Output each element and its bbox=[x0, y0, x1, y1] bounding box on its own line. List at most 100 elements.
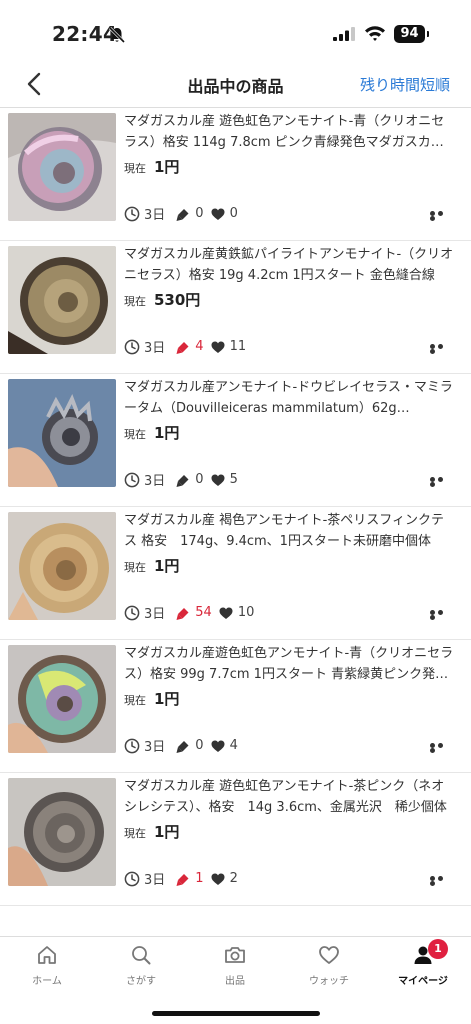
heart-icon bbox=[211, 873, 225, 885]
tab-label: ホーム bbox=[32, 976, 62, 987]
bid-count: 54 bbox=[195, 605, 212, 620]
price-label: 現在 bbox=[124, 561, 146, 574]
more-options-icon[interactable] bbox=[430, 610, 452, 620]
listing-item[interactable]: マダガスカル産 褐色アンモナイト-茶ペリスフィンクテス 格安 174g、9.4c… bbox=[0, 507, 471, 640]
notification-badge: 1 bbox=[428, 939, 448, 959]
listing-item[interactable]: マダガスカル産 遊色虹色アンモナイト-青（クリオニセラス）格安 114g 7.8… bbox=[0, 108, 471, 241]
tab-label: マイページ bbox=[398, 976, 448, 987]
item-title[interactable]: マダガスカル産 褐色アンモナイト-茶ペリスフィンクテス 格安 174g、9.4c… bbox=[124, 510, 454, 552]
sort-button[interactable]: 残り時間短順 bbox=[360, 74, 450, 95]
tab-search[interactable]: さがす bbox=[94, 943, 188, 993]
time-remaining: 3日 bbox=[144, 208, 166, 223]
time-remaining: 3日 bbox=[144, 474, 166, 489]
item-title[interactable]: マダガスカル産 遊色虹色アンモナイト-青（クリオニセラス）格安 114g 7.8… bbox=[124, 111, 454, 153]
gavel-icon bbox=[176, 607, 189, 620]
camera-icon bbox=[225, 947, 245, 963]
more-options-icon[interactable] bbox=[430, 211, 452, 221]
status-bar: 22:44 94 bbox=[0, 0, 471, 62]
heart-icon bbox=[211, 740, 225, 752]
time-remaining: 3日 bbox=[144, 607, 166, 622]
item-title[interactable]: マダガスカル産 遊色虹色アンモナイト-茶ピンク（ネオシレシテス）、格安 14g … bbox=[124, 776, 454, 818]
clock-icon bbox=[124, 339, 140, 354]
item-thumbnail[interactable] bbox=[8, 512, 116, 620]
cellular-signal-icon bbox=[333, 27, 355, 41]
wifi-icon bbox=[365, 26, 385, 41]
watch-count: 10 bbox=[237, 605, 255, 620]
tab-label: 出品 bbox=[225, 976, 245, 987]
price-label: 現在 bbox=[124, 694, 146, 707]
tab-watch[interactable]: ウォッチ bbox=[282, 943, 376, 993]
time-remaining: 3日 bbox=[144, 740, 166, 755]
home-indicator bbox=[152, 1011, 320, 1016]
clock-icon bbox=[124, 206, 140, 221]
time-remaining: 3日 bbox=[144, 873, 166, 888]
more-options-icon[interactable] bbox=[430, 743, 452, 753]
price-row: 現在 1円 bbox=[124, 422, 179, 443]
bid-count: 0 bbox=[195, 738, 204, 753]
price-label: 現在 bbox=[124, 428, 146, 441]
listing-item[interactable]: マダガスカル産黄鉄鉱パイライトアンモナイト-（クリオニセラス）格安 19g 4.… bbox=[0, 241, 471, 374]
item-thumbnail[interactable] bbox=[8, 246, 116, 354]
search-icon bbox=[132, 946, 151, 965]
item-title[interactable]: マダガスカル産アンモナイト-ドウビレイセラス・マミラータム（Douvilleic… bbox=[124, 377, 454, 419]
gavel-icon bbox=[176, 873, 189, 886]
price-row: 現在 1円 bbox=[124, 821, 179, 842]
price-row: 現在 1円 bbox=[124, 156, 179, 177]
item-thumbnail[interactable] bbox=[8, 379, 116, 487]
tab-mypage[interactable]: 1 マイページ bbox=[376, 939, 470, 993]
tab-label: さがす bbox=[126, 976, 156, 987]
battery-indicator: 94 bbox=[394, 25, 425, 43]
tab-home[interactable]: ホーム bbox=[0, 943, 94, 993]
gavel-icon bbox=[176, 740, 189, 753]
more-options-icon[interactable] bbox=[430, 344, 452, 354]
item-thumbnail[interactable] bbox=[8, 645, 116, 753]
bid-count: 0 bbox=[195, 472, 204, 487]
price-label: 現在 bbox=[124, 827, 146, 840]
heart-icon bbox=[219, 607, 233, 619]
price-row: 現在 1円 bbox=[124, 688, 179, 709]
listing-list: マダガスカル産 遊色虹色アンモナイト-青ピンク現在1円3日2810マダガスカル産… bbox=[0, 108, 471, 906]
current-price: 530円 bbox=[154, 291, 201, 309]
listing-item[interactable]: マダガスカル産遊色虹色アンモナイト-青（クリオニセラス）格安 99g 7.7cm… bbox=[0, 640, 471, 773]
heart-icon bbox=[319, 946, 339, 964]
current-price: 1円 bbox=[154, 690, 180, 708]
bid-count: 0 bbox=[195, 206, 204, 221]
item-meta: 3日 0 5 bbox=[124, 470, 238, 489]
time-remaining: 3日 bbox=[144, 341, 166, 356]
watch-count: 5 bbox=[229, 472, 238, 487]
watch-count: 4 bbox=[229, 738, 238, 753]
listing-scroll-area[interactable]: マダガスカル産 遊色虹色アンモナイト-青ピンク現在1円3日2810マダガスカル産… bbox=[0, 108, 471, 936]
more-options-icon[interactable] bbox=[430, 876, 452, 886]
item-title[interactable]: マダガスカル産遊色虹色アンモナイト-青（クリオニセラス）格安 99g 7.7cm… bbox=[124, 643, 454, 685]
current-price: 1円 bbox=[154, 823, 180, 841]
item-thumbnail[interactable] bbox=[8, 113, 116, 221]
tab-label: ウォッチ bbox=[309, 976, 349, 987]
watch-count: 2 bbox=[229, 871, 238, 886]
clock-icon bbox=[124, 472, 140, 487]
bell-slash-icon bbox=[108, 26, 126, 44]
home-icon bbox=[38, 946, 56, 964]
item-thumbnail[interactable] bbox=[8, 778, 116, 886]
navigation-bar: 出品中の商品 残り時間短順 bbox=[0, 62, 471, 108]
clock-icon bbox=[124, 871, 140, 886]
current-price: 1円 bbox=[154, 424, 180, 442]
battery-tip bbox=[427, 31, 429, 37]
item-meta: 3日 0 4 bbox=[124, 736, 238, 755]
bid-count: 1 bbox=[195, 871, 204, 886]
item-title[interactable]: マダガスカル産黄鉄鉱パイライトアンモナイト-（クリオニセラス）格安 19g 4.… bbox=[124, 244, 454, 286]
watch-count: 0 bbox=[229, 206, 238, 221]
item-meta: 3日 54 10 bbox=[124, 603, 254, 622]
item-meta: 3日 1 2 bbox=[124, 869, 238, 888]
clock-icon bbox=[124, 605, 140, 620]
more-options-icon[interactable] bbox=[430, 477, 452, 487]
price-label: 現在 bbox=[124, 295, 146, 308]
tab-sell[interactable]: 出品 bbox=[188, 943, 282, 993]
listing-item[interactable]: マダガスカル産 遊色虹色アンモナイト-茶ピンク（ネオシレシテス）、格安 14g … bbox=[0, 773, 471, 906]
back-chevron-icon[interactable] bbox=[24, 71, 46, 97]
clock-icon bbox=[124, 738, 140, 753]
gavel-icon bbox=[176, 208, 189, 221]
price-row: 現在 530円 bbox=[124, 289, 200, 310]
bid-count: 4 bbox=[195, 339, 204, 354]
listing-item[interactable]: マダガスカル産アンモナイト-ドウビレイセラス・マミラータム（Douvilleic… bbox=[0, 374, 471, 507]
heart-icon bbox=[211, 341, 225, 353]
